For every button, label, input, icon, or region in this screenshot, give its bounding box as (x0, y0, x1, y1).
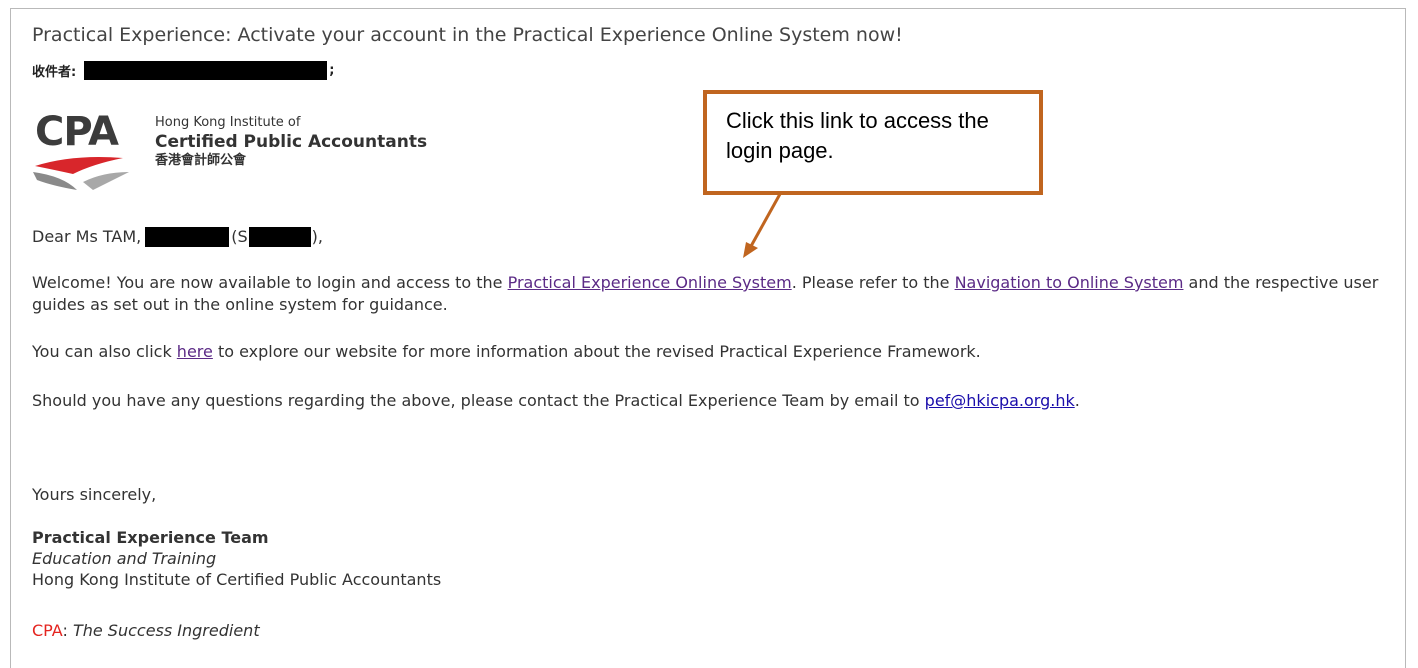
logo-swoosh-icon (33, 157, 129, 190)
logo-line-3: 香港會計師公會 (155, 153, 247, 168)
tagline-sep: : (62, 621, 73, 640)
recipient-label: 收件者: (32, 65, 77, 80)
tagline: CPA: The Success Ingredient (32, 620, 260, 642)
welcome-text-2: . Please refer to the (791, 273, 955, 292)
here-link[interactable]: here (177, 342, 213, 361)
email-subject: Practical Experience: Activate your acco… (32, 24, 903, 46)
signature-block: Practical Experience Team Education and … (32, 527, 441, 590)
explore-text-2: to explore our website for more informat… (212, 342, 981, 361)
callout-text: Click this link to access the login page… (726, 108, 989, 163)
callout-box: Click this link to access the login page… (703, 90, 1043, 195)
redacted-recipient (84, 61, 328, 80)
welcome-text-1: Welcome! You are now available to login … (32, 273, 508, 292)
recipient-suffix: ; (329, 63, 335, 78)
callout-arrow-icon (743, 193, 782, 258)
contact-text-1: Should you have any questions regarding … (32, 391, 925, 410)
closing: Yours sincerely, (32, 485, 157, 504)
explore-text-1: You can also click (32, 342, 177, 361)
greeting-suffix: ), (311, 227, 323, 246)
logo-line-1: Hong Kong Institute of (155, 115, 301, 130)
contact-text-2: . (1074, 391, 1080, 410)
greeting: Dear Ms TAM, (S ), (32, 226, 323, 248)
signature-dept: Education and Training (32, 549, 217, 568)
signature-team: Practical Experience Team (32, 528, 269, 547)
signature-org: Hong Kong Institute of Certified Public … (32, 570, 442, 589)
greeting-prefix: Dear Ms TAM, (32, 227, 142, 246)
contact-paragraph: Should you have any questions regarding … (32, 390, 1080, 412)
redacted-name (145, 227, 230, 247)
logo-line-2: Certified Public Accountants (155, 132, 428, 152)
hkicpa-logo: CPA Hong Kong Institute of Certified Pub… (33, 112, 433, 192)
greeting-mid: (S (231, 227, 248, 246)
online-system-link[interactable]: Practical Experience Online System (508, 273, 792, 292)
welcome-paragraph: Welcome! You are now available to login … (32, 272, 1392, 316)
email-link[interactable]: pef@hkicpa.org.hk (925, 391, 1075, 410)
tagline-slogan: The Success Ingredient (72, 621, 260, 640)
tagline-brand: CPA (32, 621, 63, 640)
redacted-id (248, 227, 311, 247)
recipient-line: 收件者: ; (32, 61, 334, 80)
logo-acronym: CPA (35, 109, 119, 155)
navigation-link[interactable]: Navigation to Online System (955, 273, 1184, 292)
explore-paragraph: You can also click here to explore our w… (32, 341, 981, 363)
